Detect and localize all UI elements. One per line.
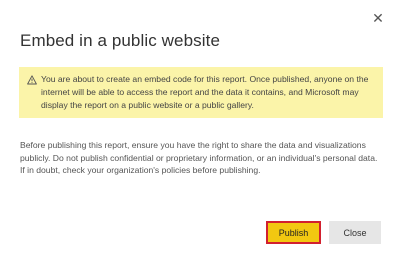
close-button[interactable]: Close [329, 221, 381, 244]
warning-banner: You are about to create an embed code fo… [19, 67, 383, 118]
publishing-notice: Before publishing this report, ensure yo… [20, 140, 378, 175]
embed-dialog: ✕ Embed in a public website You are abou… [0, 0, 400, 261]
close-icon[interactable]: ✕ [371, 11, 385, 25]
dialog-title: Embed in a public website [20, 31, 221, 50]
warning-triangle-icon [27, 75, 37, 85]
publish-button[interactable]: Publish [266, 221, 321, 244]
warning-text: You are about to create an embed code fo… [41, 74, 369, 110]
